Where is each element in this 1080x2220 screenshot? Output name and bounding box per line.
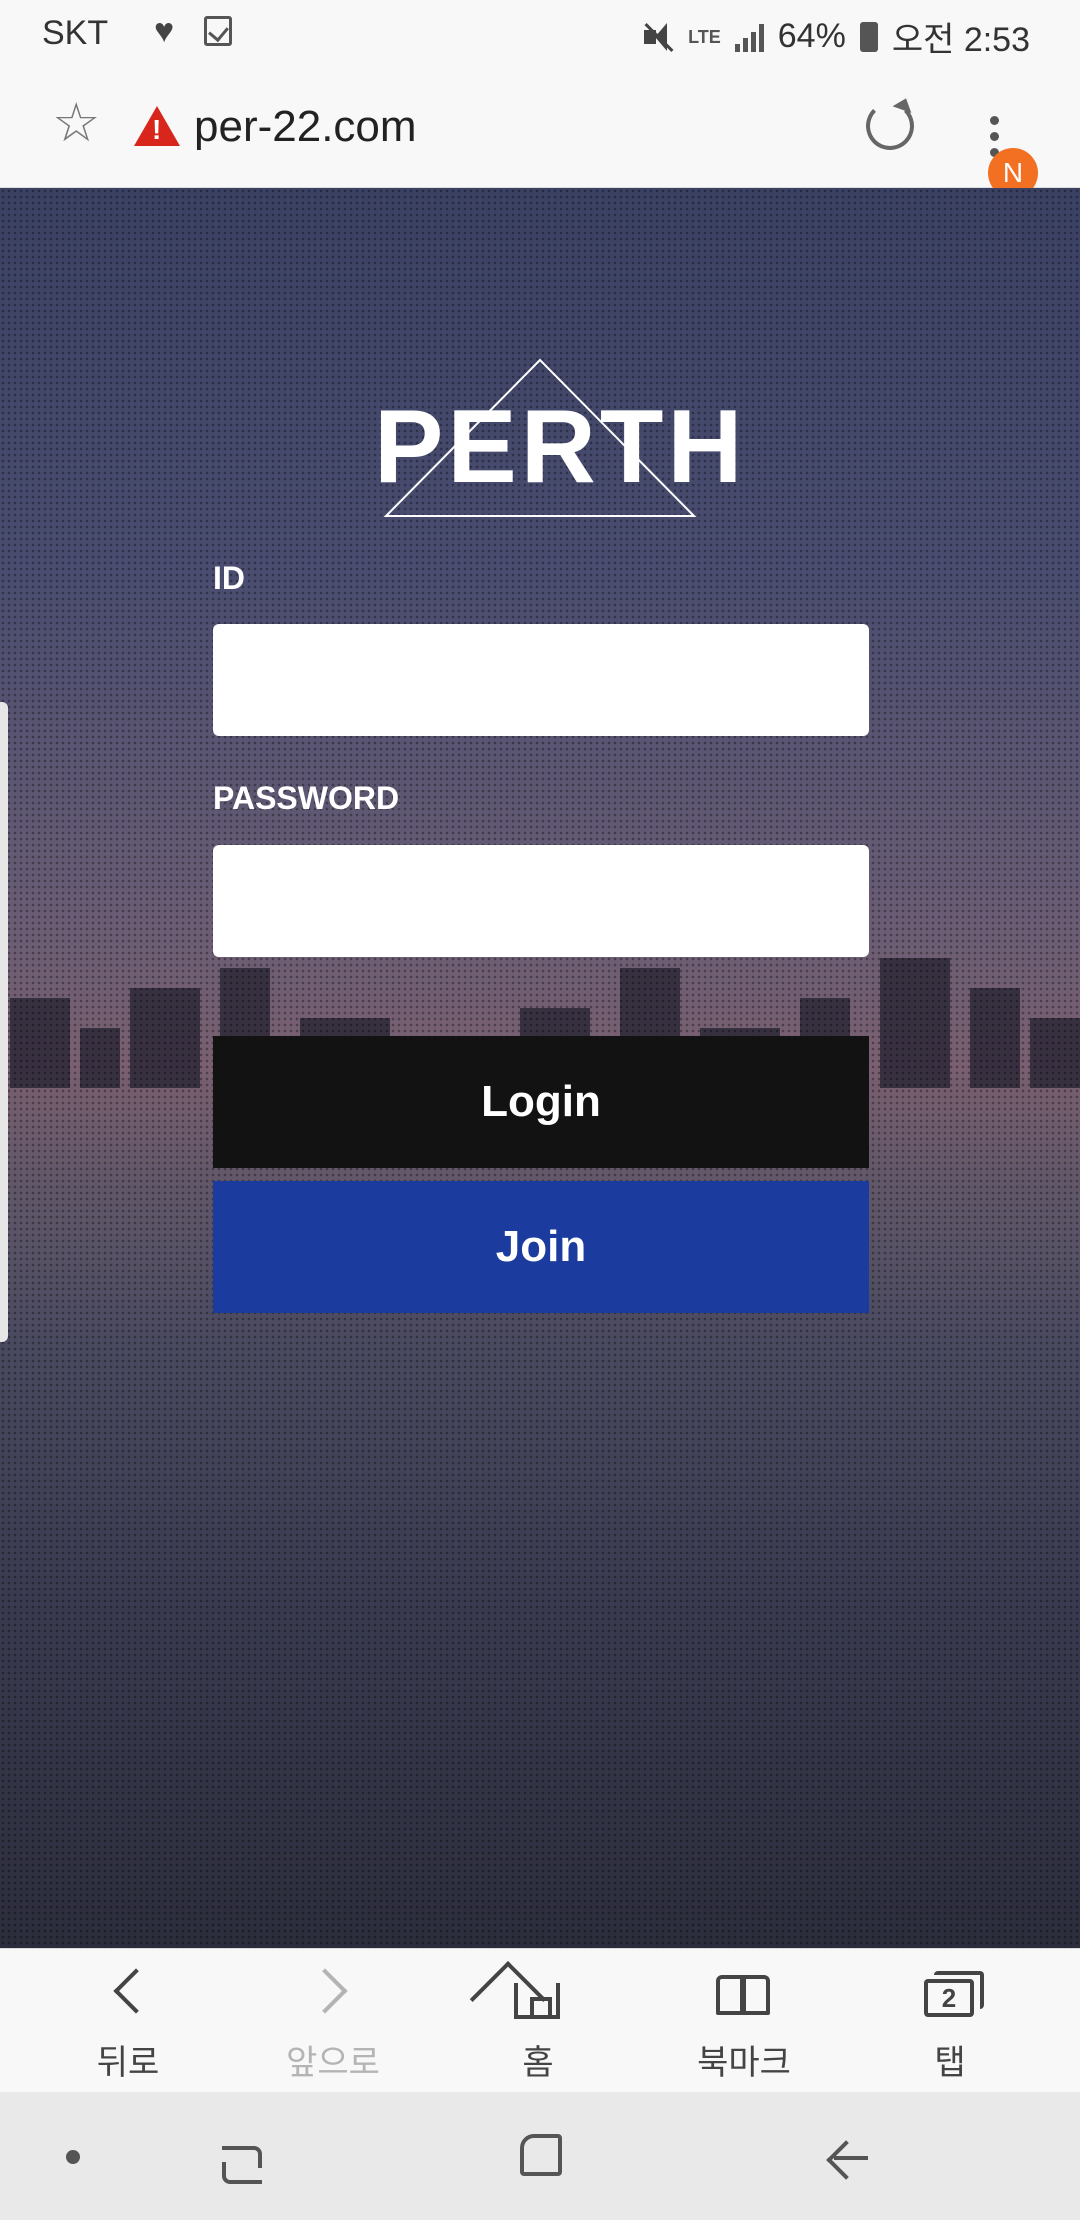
- system-home-icon[interactable]: [520, 2134, 562, 2176]
- nav-back[interactable]: 뒤로: [48, 1965, 208, 2084]
- recent-apps-icon[interactable]: [222, 2136, 262, 2184]
- nav-home[interactable]: 홈: [458, 1965, 618, 2084]
- task-icon: [204, 16, 232, 46]
- perth-logo: PERTH: [370, 358, 742, 518]
- warning-icon[interactable]: !: [134, 106, 180, 146]
- login-button[interactable]: Login: [213, 1036, 869, 1168]
- status-bar: SKT ♥ LTE 64% 오전 2:53: [0, 0, 1080, 66]
- back-chevron-icon: [48, 1965, 208, 2027]
- signal-icon: [734, 22, 764, 52]
- password-input[interactable]: [213, 845, 869, 957]
- login-page: PERTH ID PASSWORD Login Join: [0, 188, 1080, 1948]
- join-button[interactable]: Join: [213, 1181, 869, 1313]
- nav-home-label: 홈: [522, 2044, 554, 2082]
- home-icon: [458, 1965, 618, 2027]
- logo-text: PERTH: [374, 389, 747, 505]
- forward-chevron-icon: [253, 1965, 413, 2027]
- carrier-name: SKT: [42, 14, 109, 52]
- system-nav-bar: [0, 2092, 1080, 2220]
- nav-bookmarks[interactable]: 북마크: [664, 1965, 824, 2084]
- nav-tabs-label: 탭: [934, 2044, 966, 2082]
- nav-bookmarks-label: 북마크: [697, 2044, 791, 2082]
- nav-forward[interactable]: 앞으로: [253, 1965, 413, 2084]
- nav-dot-icon[interactable]: [66, 2150, 80, 2164]
- password-label: PASSWORD: [213, 780, 400, 816]
- battery-icon: [859, 21, 878, 52]
- reload-icon[interactable]: [866, 102, 914, 150]
- nav-forward-label: 앞으로: [286, 2044, 380, 2082]
- book-icon: [664, 1965, 824, 2027]
- mute-icon: [640, 20, 674, 54]
- id-input[interactable]: [213, 624, 869, 736]
- heart-icon: ♥: [154, 12, 175, 50]
- network-type: LTE: [688, 26, 721, 47]
- battery-percent: 64%: [777, 17, 846, 55]
- bookmark-star-icon[interactable]: ☆: [52, 96, 100, 150]
- url-address[interactable]: per-22.com: [194, 102, 417, 152]
- browser-bottom-nav: 뒤로 앞으로 홈 북마크 2 탭: [0, 1948, 1080, 2092]
- clock: 오전 2:53: [891, 21, 1030, 59]
- browser-toolbar: ☆ ! per-22.com N: [0, 66, 1080, 198]
- nav-back-label: 뒤로: [96, 2044, 160, 2082]
- system-back-icon[interactable]: [826, 2138, 868, 2178]
- tab-count: 2: [924, 1971, 984, 2017]
- edge-panel-handle[interactable]: [0, 702, 8, 1342]
- id-label: ID: [213, 560, 245, 596]
- tabs-icon: 2: [870, 1965, 1030, 2027]
- nav-tabs[interactable]: 2 탭: [870, 1965, 1030, 2084]
